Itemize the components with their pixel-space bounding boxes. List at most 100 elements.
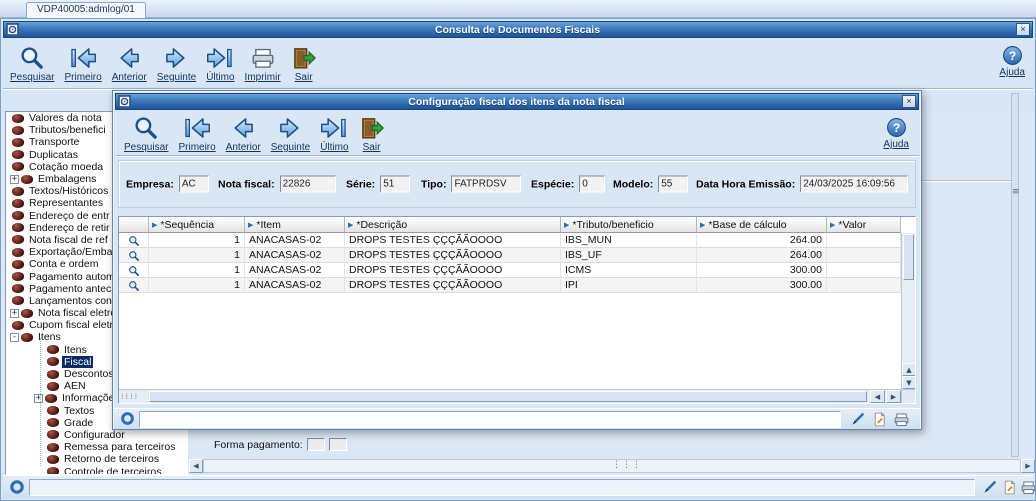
vscroll-thumb[interactable] xyxy=(903,234,914,280)
column-header-tributo-beneficio[interactable]: ▶ *Tributo/beneficio xyxy=(561,217,697,233)
tree-expander-icon[interactable]: + xyxy=(34,393,43,403)
status-message-area xyxy=(29,479,975,496)
close-icon[interactable]: × xyxy=(1016,23,1030,36)
notes-page-icon[interactable] xyxy=(871,411,888,428)
help-button[interactable]: Ajuda xyxy=(999,45,1025,78)
form-field-value[interactable]: FATPRDSV xyxy=(451,175,522,193)
session-tab[interactable]: VDP40005:admlog/01 xyxy=(26,2,146,18)
tree-node-icon xyxy=(12,235,24,245)
toolbar-button-seguinte[interactable]: Seguinte xyxy=(266,115,315,153)
print-status-icon[interactable] xyxy=(1020,479,1036,496)
print-status-icon[interactable] xyxy=(893,411,910,428)
edit-pencil-icon[interactable] xyxy=(849,411,866,428)
table-cell xyxy=(827,278,901,293)
tree-expander-icon[interactable]: - xyxy=(10,332,19,342)
toolbar-button-seguinte[interactable]: Seguinte xyxy=(152,45,201,83)
table-row[interactable]: 1 ANACASAS-02 DROPS TESTES ÇÇÇÃÃOOOO IBS_MU… xyxy=(119,233,915,248)
modal-help-button[interactable]: Ajuda xyxy=(883,117,909,150)
toolbar-button-pesquisar[interactable]: Pesquisar xyxy=(5,45,59,83)
scroll-right-icon[interactable]: ▶ xyxy=(1021,459,1035,473)
tree-item-label: Textos xyxy=(64,404,95,417)
toolbar-button-anterior[interactable]: Anterior xyxy=(221,115,266,153)
toolbar-button-anterior[interactable]: Anterior xyxy=(107,45,152,83)
tree-node-icon xyxy=(12,186,24,196)
form-field-label: Empresa: xyxy=(126,178,174,190)
toolbar-button-primeiro[interactable]: Primeiro xyxy=(173,115,220,153)
scroll-left-icon[interactable]: ◀ xyxy=(189,459,203,473)
tree-node-icon xyxy=(21,174,33,184)
toolbar-button-ultimo[interactable]: Último xyxy=(315,115,353,153)
tree-expander-icon[interactable]: + xyxy=(10,174,19,184)
scroll-left-icon[interactable]: ◀ xyxy=(870,390,885,403)
table-row[interactable]: 1 ANACASAS-02 DROPS TESTES ÇÇÇÃÃOOOO IPI 300… xyxy=(119,278,915,293)
column-header-valor[interactable]: ▶ *Valor xyxy=(827,217,901,233)
row-magnifier-icon[interactable] xyxy=(128,235,140,247)
tree-item-label: Conta e ordem xyxy=(29,258,99,271)
tree-item-label: Textos/Históricos xyxy=(29,185,109,198)
form-field-label: Data Hora Emissão: xyxy=(696,178,796,190)
row-magnifier-icon[interactable] xyxy=(128,250,140,262)
form-field-value[interactable]: 51 xyxy=(380,175,411,193)
hscroll-thumb[interactable] xyxy=(149,391,867,402)
column-header-sequencia[interactable]: ▶ *Sequência xyxy=(149,217,245,233)
column-header-descricao[interactable]: ▶ *Descrição xyxy=(345,217,561,233)
column-header-label: *Tributo/beneficio xyxy=(572,218,654,231)
form-field-value[interactable]: AC xyxy=(178,175,209,193)
column-header-base-de-calculo[interactable]: ▶ *Base de cálculo xyxy=(697,217,827,233)
table-row[interactable]: 1 ANACASAS-02 DROPS TESTES ÇÇÇÃÃOOOO ICMS 30… xyxy=(119,263,915,278)
row-magnifier-cell[interactable] xyxy=(119,263,149,278)
tree-node-icon xyxy=(12,150,24,160)
row-magnifier-cell[interactable] xyxy=(119,233,149,248)
tree-item-label: Tributos/benefici xyxy=(29,124,106,137)
scroll-right-icon[interactable]: ▶ xyxy=(886,390,901,403)
tree-item-label: Pagamento autom xyxy=(29,270,115,283)
tree-item-retorno-de-terceiros[interactable]: Retorno de terceiros xyxy=(6,453,187,465)
modal-close-icon[interactable]: × xyxy=(902,95,916,108)
toolbar-button-label: Sair xyxy=(362,142,381,153)
form-field-value[interactable]: 24/03/2025 16:09:56 xyxy=(800,175,909,193)
help-label: Ajuda xyxy=(999,67,1025,78)
toolbar-button-sair[interactable]: Sair xyxy=(286,45,322,83)
panel-splitter[interactable] xyxy=(1011,93,1019,457)
row-magnifier-icon[interactable] xyxy=(128,280,140,292)
row-magnifier-cell[interactable] xyxy=(119,278,149,293)
form-field-value[interactable]: 0 xyxy=(579,175,606,193)
hscroll-grip-icon[interactable]: ⁞⁞⁞⁞ xyxy=(121,392,147,402)
toolbar-button-primeiro[interactable]: Primeiro xyxy=(59,45,106,83)
forma-pagamento-field-2[interactable] xyxy=(328,438,347,451)
form-field-modelo: Modelo: 55 xyxy=(613,175,689,193)
row-magnifier-cell[interactable] xyxy=(119,248,149,263)
scroll-down-icon[interactable]: ▼ xyxy=(902,376,915,389)
tree-expander-icon[interactable]: + xyxy=(10,308,19,318)
table-vertical-scrollbar[interactable]: ▲ ▼ xyxy=(901,233,915,389)
tree-item-remessa-para-terceiros[interactable]: Remessa para terceiros xyxy=(6,441,187,453)
exit-icon xyxy=(359,115,385,141)
column-header-item[interactable]: ▶ *Item xyxy=(245,217,345,233)
table-body: 1 ANACASAS-02 DROPS TESTES ÇÇÇÃÃOOOO IBS_MU… xyxy=(119,233,915,293)
tree-item-label: Itens xyxy=(64,343,87,356)
tree-node-icon xyxy=(47,357,59,367)
table-row[interactable]: 1 ANACASAS-02 DROPS TESTES ÇÇÇÃÃOOOO IBS_UF… xyxy=(119,248,915,263)
toolbar-button-ultimo[interactable]: Último xyxy=(201,45,239,83)
forma-pagamento-field[interactable] xyxy=(306,438,325,451)
table-cell xyxy=(827,233,901,248)
edit-pencil-icon[interactable] xyxy=(981,479,998,496)
tree-item-controle-de-terceiros[interactable]: Controle de terceiros xyxy=(6,465,187,474)
table-horizontal-scrollbar[interactable]: ⁞⁞⁞⁞ ◀ ▶ xyxy=(119,389,901,403)
splitter-grip-icon[interactable]: ≡ xyxy=(1012,187,1020,197)
toolbar-button-pesquisar[interactable]: Pesquisar xyxy=(119,115,173,153)
tree-item-configurador[interactable]: Configurador xyxy=(6,429,187,441)
notes-page-icon[interactable] xyxy=(1001,479,1018,496)
main-titlebar: Consulta de Documentos Fiscais × xyxy=(3,21,1033,38)
form-field-value[interactable]: 22826 xyxy=(279,175,336,193)
tree-node-icon xyxy=(12,320,24,330)
scrollbar-grip-icon[interactable]: ⋮⋮⋮ xyxy=(612,460,642,470)
toolbar-button-sair[interactable]: Sair xyxy=(354,115,390,153)
form-field-value[interactable]: 55 xyxy=(658,175,689,193)
tree-node-icon xyxy=(12,272,24,282)
toolbar-button-label: Último xyxy=(320,142,349,153)
modal-toolbar: Pesquisar Primeiro Anterior Seguinte Último S… xyxy=(117,110,877,156)
row-magnifier-icon[interactable] xyxy=(128,265,140,277)
scroll-up-icon[interactable]: ▲ xyxy=(902,363,915,376)
toolbar-button-imprimir[interactable]: Imprimir xyxy=(240,45,286,83)
